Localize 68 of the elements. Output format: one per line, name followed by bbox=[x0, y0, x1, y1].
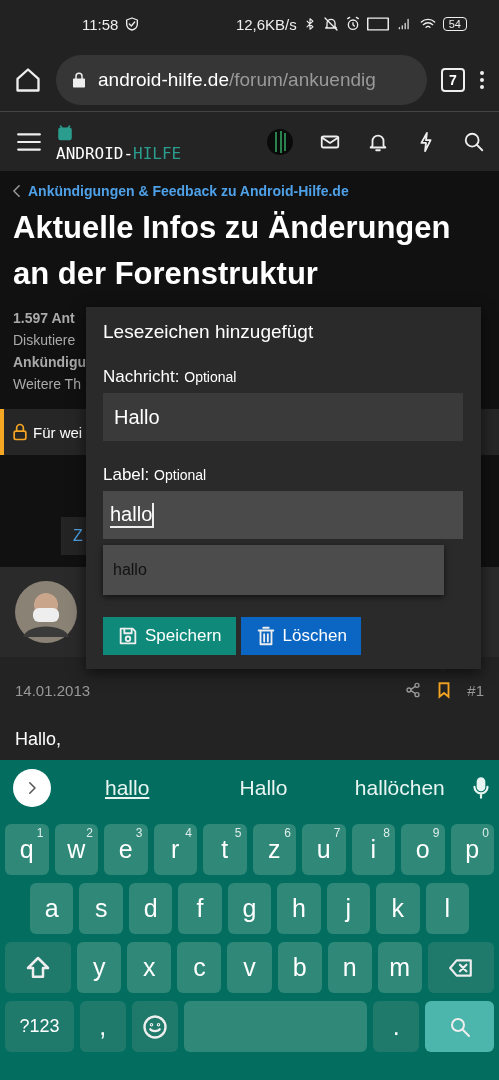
key[interactable]: a bbox=[30, 883, 74, 934]
tab-count-button[interactable]: 7 bbox=[441, 67, 465, 92]
key[interactable]: j bbox=[326, 883, 371, 934]
author-avatar bbox=[15, 581, 77, 643]
input-field[interactable]: hallo bbox=[103, 491, 463, 539]
chevron-left-icon bbox=[13, 185, 20, 197]
key[interactable]: y bbox=[77, 942, 122, 993]
key[interactable]: k bbox=[376, 883, 420, 934]
muted-bell-icon bbox=[322, 16, 339, 32]
field-label: Nachricht: Optional bbox=[103, 367, 238, 387]
key[interactable]: m bbox=[377, 942, 422, 993]
breadcrumb-link[interactable]: Ankündigungen & Feedback zu Android-Hilfe.de bbox=[13, 183, 486, 199]
field-label: Label: Optional bbox=[103, 465, 208, 485]
user-avatar[interactable] bbox=[267, 128, 293, 155]
key[interactable]: , bbox=[79, 1001, 126, 1052]
url-text: android-hilfe.de/forum/ankuendig bbox=[98, 68, 376, 91]
thread-meta-text: Diskutiere bbox=[13, 331, 76, 350]
symbols-key[interactable]: ?123 bbox=[5, 1001, 74, 1052]
shield-icon bbox=[124, 16, 141, 32]
expand-toolbar-button[interactable] bbox=[13, 769, 51, 807]
thread-title: Aktuelle Infos zu Änderungen an der Forenstruktur bbox=[13, 209, 452, 293]
post-date: 14.01.2013 bbox=[15, 681, 91, 699]
key[interactable]: n bbox=[327, 942, 372, 993]
word-suggestion[interactable]: Hallo bbox=[195, 776, 332, 800]
key[interactable]: i 8 bbox=[351, 824, 395, 875]
autocomplete-option[interactable]: hallo bbox=[103, 545, 444, 595]
emoji-key[interactable] bbox=[131, 1001, 178, 1052]
backspace-key[interactable] bbox=[427, 942, 494, 993]
search-icon bbox=[463, 130, 485, 153]
key[interactable]: s bbox=[79, 883, 123, 934]
key[interactable]: c bbox=[177, 942, 222, 993]
key[interactable]: r 4 bbox=[153, 824, 197, 875]
word-suggestion[interactable]: hallöchen bbox=[331, 776, 468, 800]
key[interactable]: b bbox=[277, 942, 322, 993]
more-icon bbox=[479, 68, 485, 91]
input-field[interactable]: Hallo bbox=[103, 393, 463, 441]
clock: 11:58 bbox=[82, 15, 119, 33]
thread-meta-text: Ankündigu bbox=[13, 353, 87, 372]
key[interactable]: d bbox=[128, 883, 173, 934]
key[interactable]: f bbox=[178, 883, 222, 934]
delete-button[interactable]: Löschen bbox=[240, 617, 361, 655]
key[interactable]: l bbox=[425, 883, 469, 934]
lock-icon bbox=[70, 70, 88, 89]
site-logo-text: ANDROID-HILFE bbox=[56, 144, 182, 163]
network-speed: 12,6KB/s bbox=[235, 15, 297, 33]
key[interactable]: x bbox=[127, 942, 172, 993]
battery-indicator: 54 bbox=[442, 17, 467, 31]
thread-meta-text: 1.597 Ant bbox=[13, 309, 75, 328]
share-icon bbox=[405, 682, 422, 698]
thread-meta-text: Weitere Th bbox=[13, 375, 81, 394]
key[interactable]: v bbox=[227, 942, 272, 993]
key[interactable]: g bbox=[227, 883, 272, 934]
lock-icon bbox=[10, 422, 30, 442]
emoji-icon bbox=[140, 1012, 169, 1041]
post-number[interactable]: #1 bbox=[467, 681, 484, 699]
alarm-icon bbox=[344, 16, 361, 32]
key[interactable]: h bbox=[277, 883, 321, 934]
shift-key[interactable] bbox=[5, 942, 72, 993]
save-button[interactable]: Speichern bbox=[103, 617, 236, 655]
notice-text: Für wei bbox=[33, 423, 83, 441]
address-bar[interactable]: android-hilfe.de/forum/ankuendig bbox=[56, 54, 427, 105]
home-icon bbox=[14, 65, 42, 94]
popup-title: Lesezeichen hinzugefügt bbox=[103, 321, 315, 343]
key[interactable]: . bbox=[373, 1001, 420, 1052]
save-icon bbox=[117, 625, 139, 647]
post-text: Hallo, bbox=[15, 729, 63, 750]
word-suggestion[interactable]: hallo bbox=[59, 776, 196, 800]
key[interactable]: t 5 bbox=[203, 824, 247, 875]
